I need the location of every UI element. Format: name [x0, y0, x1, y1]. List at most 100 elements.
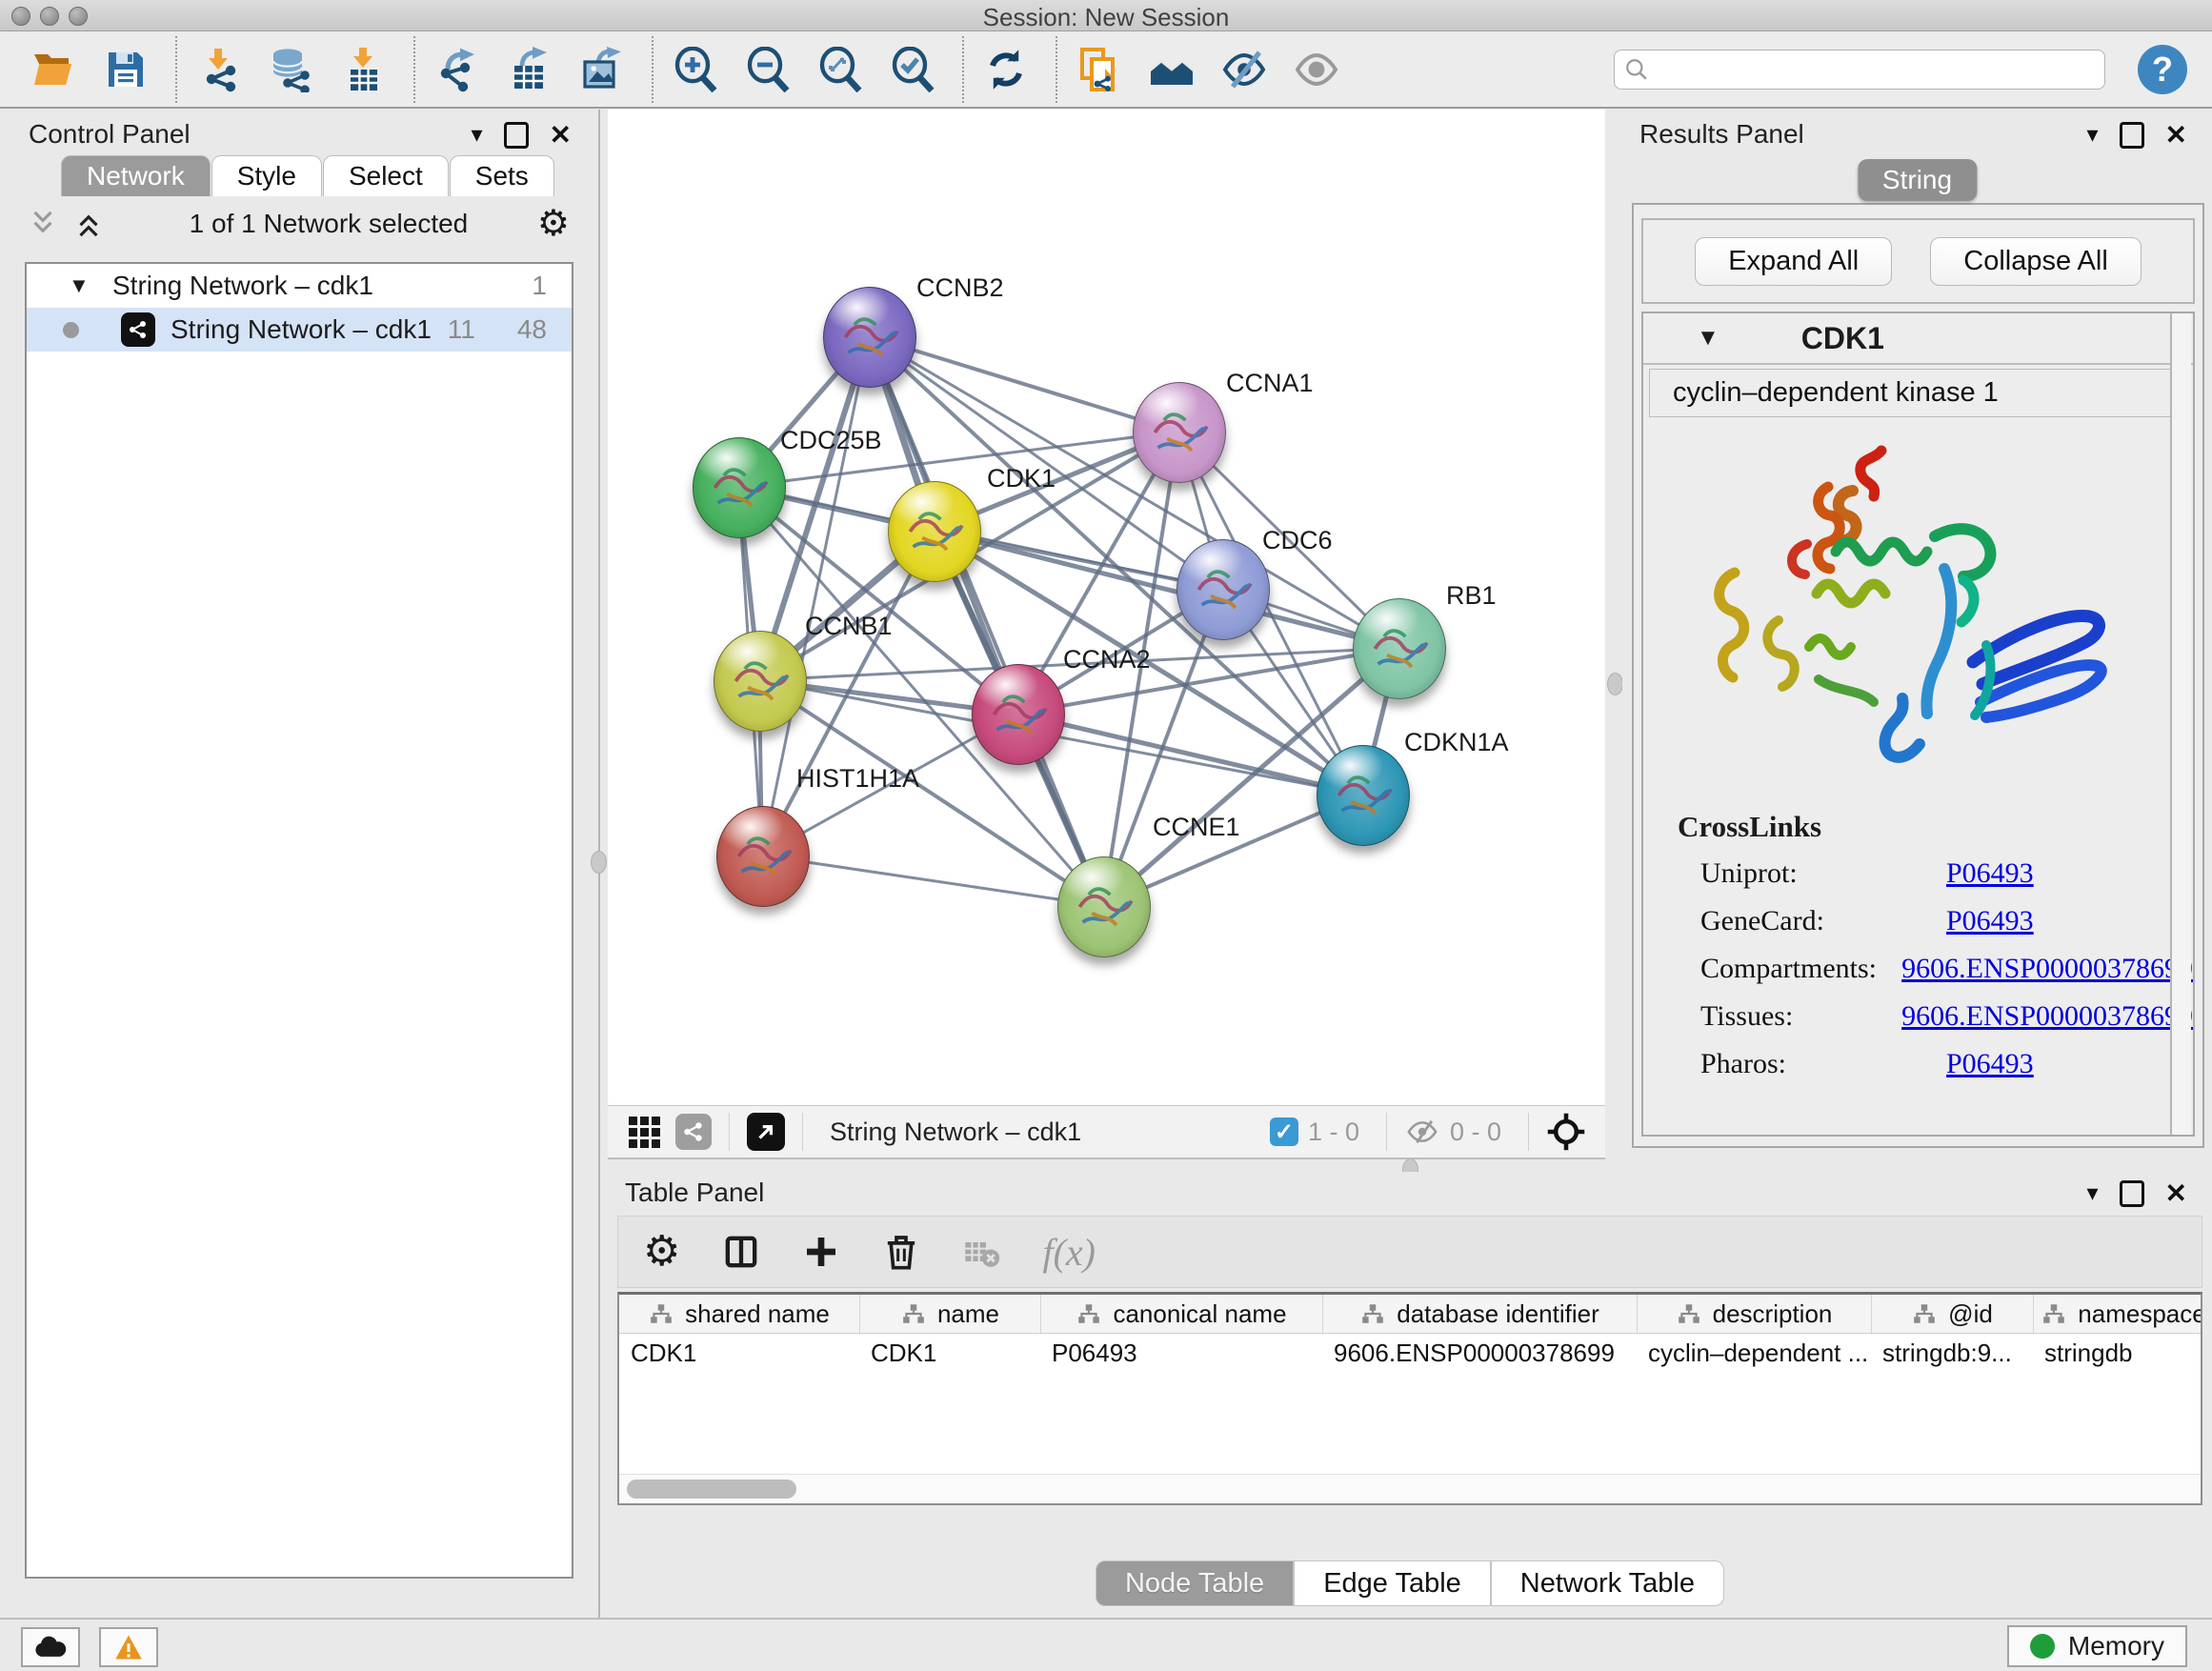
- crosslink-link[interactable]: P06493: [1946, 905, 2034, 937]
- panel-close-icon[interactable]: ✕: [2165, 119, 2187, 151]
- help-icon[interactable]: ?: [2138, 45, 2187, 94]
- cloud-status-button[interactable]: [21, 1627, 80, 1667]
- panel-float-icon[interactable]: [2120, 1180, 2144, 1207]
- import-network-from-database-icon[interactable]: [267, 45, 316, 94]
- tab-select[interactable]: Select: [323, 155, 449, 196]
- panel-menu-icon[interactable]: ▾: [2086, 1179, 2098, 1207]
- gene-card-header[interactable]: ▼ CDK1: [1643, 313, 2193, 365]
- left-splitter-handle[interactable]: [591, 851, 607, 874]
- vertical-splitter[interactable]: [1606, 110, 1622, 1164]
- network-node-CDC25B[interactable]: [693, 437, 786, 538]
- expand-all-icon[interactable]: [74, 208, 103, 240]
- results-scrollbar[interactable]: [2170, 313, 2191, 1135]
- table-cell[interactable]: stringdb:9...: [1871, 1334, 2033, 1372]
- column-header-@id[interactable]: @id: [1871, 1295, 2033, 1333]
- table-cell[interactable]: P06493: [1040, 1334, 1322, 1372]
- network-options-gear-icon[interactable]: ⚙: [537, 206, 570, 242]
- memory-button[interactable]: Memory: [2007, 1625, 2187, 1667]
- table-cell[interactable]: 9606.ENSP00000378699: [1322, 1334, 1637, 1372]
- panel-close-icon[interactable]: ✕: [550, 119, 572, 151]
- zoom-selected-icon[interactable]: [888, 45, 937, 94]
- collapse-all-icon[interactable]: [29, 208, 57, 240]
- column-header-shared-name[interactable]: shared name: [619, 1295, 859, 1333]
- warnings-button[interactable]: [99, 1627, 158, 1667]
- tab-network[interactable]: Network: [61, 155, 211, 196]
- save-session-icon[interactable]: [101, 45, 151, 94]
- delete-column-icon[interactable]: [882, 1233, 920, 1271]
- import-table-icon[interactable]: [339, 45, 389, 94]
- column-header-description[interactable]: description: [1637, 1295, 1871, 1333]
- table-cell[interactable]: cyclin–dependent ...: [1637, 1334, 1871, 1372]
- search-box[interactable]: [1614, 50, 2105, 90]
- zoom-in-icon[interactable]: [671, 45, 720, 94]
- crosslink-link[interactable]: 9606.ENSP00000378699: [1901, 1000, 2193, 1033]
- network-edge[interactable]: [762, 856, 1103, 906]
- hidden-eye-slash-icon[interactable]: [1404, 1116, 1440, 1148]
- zoom-out-icon[interactable]: [743, 45, 793, 94]
- network-node-CCNA2[interactable]: [972, 664, 1065, 765]
- crosslink-link[interactable]: 9606.ENSP00000378699: [1901, 953, 2193, 985]
- gene-collapse-icon[interactable]: ▼: [1697, 325, 1719, 352]
- tab-style[interactable]: Style: [211, 155, 322, 196]
- table-hscrollbar[interactable]: [619, 1474, 2201, 1503]
- export-image-icon[interactable]: [577, 45, 627, 94]
- crosslink-link[interactable]: P06493: [1946, 1048, 2034, 1080]
- network-node-CCNB1[interactable]: [714, 631, 807, 732]
- network-node-HIST1H1A[interactable]: [716, 806, 810, 907]
- column-header-name[interactable]: name: [859, 1295, 1040, 1333]
- network-node-CDK1[interactable]: [888, 481, 981, 582]
- column-header-database-identifier[interactable]: database identifier: [1322, 1295, 1637, 1333]
- tab-network-table[interactable]: Network Table: [1491, 1560, 1724, 1606]
- hscrollbar-thumb[interactable]: [627, 1480, 796, 1499]
- network-collection-row[interactable]: ▼ String Network – cdk1 1: [27, 264, 572, 308]
- panel-close-icon[interactable]: ✕: [2165, 1178, 2187, 1209]
- panel-menu-icon[interactable]: ▾: [471, 121, 482, 149]
- function-builder-icon[interactable]: f(x): [1042, 1230, 1096, 1275]
- network-canvas[interactable]: CCNB2CCNA1CDC25BCDK1CDC6RB1CCNB1CCNA2CDK…: [608, 110, 1605, 1105]
- import-network-icon[interactable]: [194, 45, 244, 94]
- column-header-canonical-name[interactable]: canonical name: [1040, 1295, 1322, 1333]
- export-network-icon[interactable]: [432, 45, 482, 94]
- network-node-CDC6[interactable]: [1176, 539, 1270, 640]
- table-row[interactable]: CDK1CDK1P064939606.ENSP00000378699cyclin…: [619, 1334, 2201, 1372]
- collapse-all-button[interactable]: Collapse All: [1930, 237, 2142, 286]
- clone-network-icon[interactable]: [1075, 45, 1124, 94]
- search-input[interactable]: [1657, 53, 2095, 85]
- node-table[interactable]: shared namenamecanonical namedatabase id…: [617, 1292, 2202, 1505]
- collection-expand-icon[interactable]: ▼: [69, 273, 97, 298]
- panel-menu-icon[interactable]: ▾: [2086, 121, 2098, 149]
- expand-all-button[interactable]: Expand All: [1695, 237, 1892, 286]
- show-hidden-icon[interactable]: [1292, 45, 1341, 94]
- open-session-icon[interactable]: [29, 45, 78, 94]
- network-node-RB1[interactable]: [1353, 598, 1446, 699]
- table-options-gear-icon[interactable]: ⚙: [643, 1231, 680, 1273]
- network-row[interactable]: String Network – cdk1 11 48: [27, 308, 572, 352]
- show-all-nests-icon[interactable]: [1147, 45, 1196, 94]
- tab-string[interactable]: String: [1858, 159, 1977, 201]
- tab-edge-table[interactable]: Edge Table: [1294, 1560, 1491, 1606]
- table-cell[interactable]: CDK1: [619, 1334, 859, 1372]
- network-node-CCNB2[interactable]: [823, 287, 916, 388]
- add-column-icon[interactable]: [802, 1233, 840, 1271]
- birds-eye-view-icon[interactable]: [747, 1113, 785, 1151]
- network-share-icon[interactable]: [675, 1114, 712, 1150]
- hide-selected-icon[interactable]: [1219, 45, 1269, 94]
- delete-table-icon[interactable]: [962, 1233, 1000, 1271]
- export-table-icon[interactable]: [505, 45, 554, 94]
- network-node-CCNA1[interactable]: [1133, 382, 1226, 483]
- right-splitter-handle[interactable]: [1607, 673, 1623, 695]
- panel-float-icon[interactable]: [2120, 122, 2144, 149]
- network-node-CDKN1A[interactable]: [1317, 745, 1410, 846]
- column-header-namespace[interactable]: namespace: [2033, 1295, 2202, 1333]
- zoom-fit-icon[interactable]: [815, 45, 865, 94]
- table-cell[interactable]: CDK1: [859, 1334, 1040, 1372]
- selected-nodes-checkbox-icon[interactable]: ✓: [1270, 1117, 1298, 1146]
- table-cell[interactable]: stringdb: [2033, 1334, 2202, 1372]
- fit-content-crosshair-icon[interactable]: [1546, 1112, 1586, 1152]
- network-node-CCNE1[interactable]: [1057, 856, 1151, 957]
- grid-view-icon[interactable]: [629, 1117, 660, 1148]
- tab-sets[interactable]: Sets: [450, 155, 554, 196]
- tab-node-table[interactable]: Node Table: [1096, 1560, 1294, 1606]
- show-columns-icon[interactable]: [722, 1233, 760, 1271]
- crosslink-link[interactable]: P06493: [1946, 857, 2034, 890]
